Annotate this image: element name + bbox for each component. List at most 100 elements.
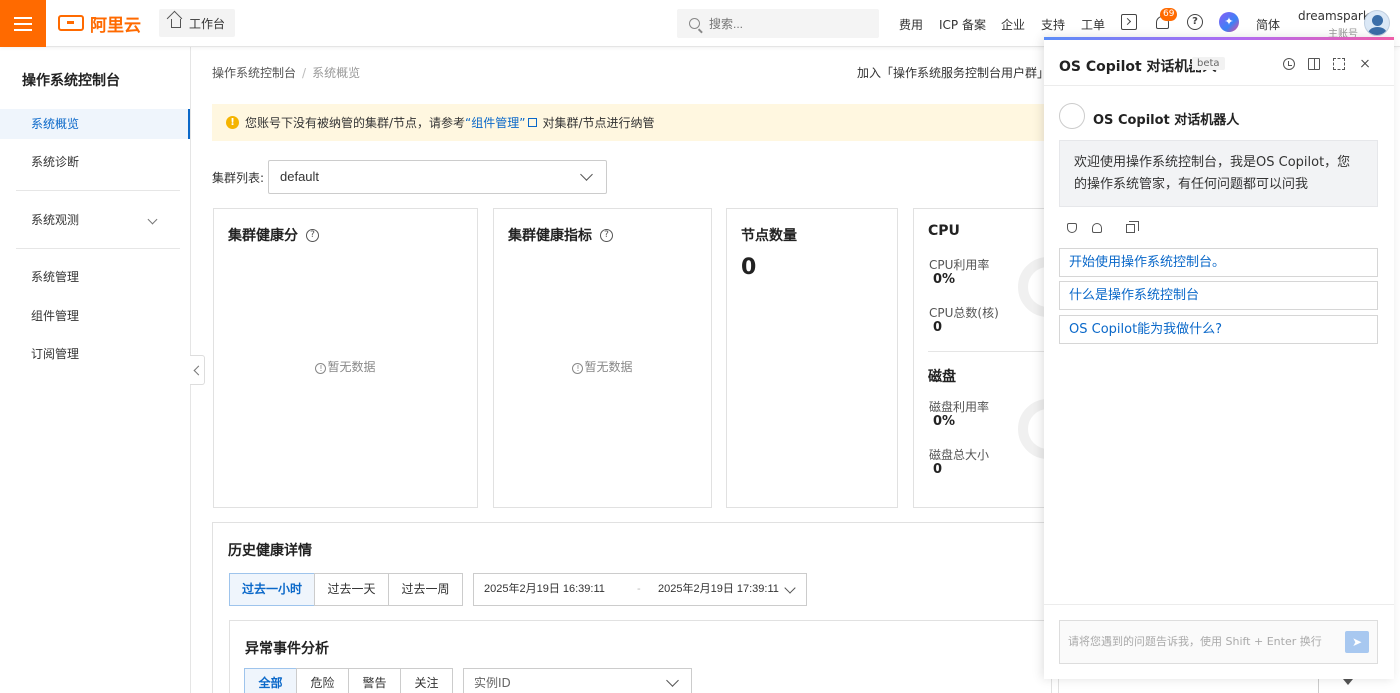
thumbs-up-icon[interactable] [1067, 223, 1077, 233]
aliyun-logo[interactable]: 阿里云 [58, 12, 141, 36]
user-name: dreamspark [1298, 9, 1370, 23]
component-management-link[interactable]: “组件管理” [465, 114, 525, 131]
question-icon[interactable]: ? [600, 228, 613, 242]
node-count-title: 节点数量 [741, 228, 797, 244]
instance-id-placeholder: 实例ID [474, 676, 511, 690]
cluster-select-value: default [280, 169, 320, 184]
breadcrumb-current: 系统概览 [312, 66, 361, 80]
copy-icon[interactable] [1126, 221, 1139, 233]
terminal-icon[interactable] [1121, 14, 1137, 30]
sidebar-item-label: 系统观测 [31, 213, 80, 227]
home-icon [171, 18, 181, 28]
filter-attention[interactable]: 关注 [400, 668, 453, 693]
sidebar-item-subscription[interactable]: 订阅管理 [0, 339, 190, 369]
sidebar-divider [16, 248, 180, 249]
health-metrics-title: 集群健康指标 [508, 228, 592, 244]
node-count-value: 0 [741, 255, 757, 280]
sidebar-item-components[interactable]: 组件管理 [0, 301, 190, 331]
copilot-footer: 请将您遇到的问题告诉我，使用 Shift + Enter 换行 ➤ [1044, 604, 1394, 679]
cpu-usage-label: CPU利用率 [929, 258, 990, 272]
disk-usage-label: 磁盘利用率 [929, 400, 990, 414]
history-icon[interactable] [1283, 58, 1295, 70]
side-panel-icon[interactable] [1308, 58, 1320, 70]
health-score-title: 集群健康分 [228, 228, 298, 244]
copilot-header: OS Copilot 对话机器人 beta [1044, 40, 1394, 86]
instance-id-select[interactable]: 实例ID [463, 668, 692, 693]
cpu-usage-value: 0% [933, 272, 956, 287]
date-range-picker[interactable]: 2025年2月19日 16:39:11 - 2025年2月19日 17:39:1… [473, 573, 807, 606]
sidebar-item-diagnosis[interactable]: 系统诊断 [0, 147, 190, 177]
divider [928, 351, 1046, 352]
notice-banner: ! 您账号下没有被纳管的集群/节点，请参考 “组件管理” 对集群/节点进行纳管 [212, 104, 1052, 141]
nav-icp[interactable]: ICP 备案 [939, 16, 986, 33]
breadcrumb-root[interactable]: 操作系统控制台 [212, 66, 296, 80]
cpu-title: CPU [928, 223, 960, 239]
chevron-down-icon [147, 214, 158, 225]
copilot-icon[interactable]: ✦ [1219, 12, 1239, 32]
sidebar-item-observation[interactable]: 系统观测 [0, 205, 190, 235]
card-title: 集群健康分 ? [228, 225, 319, 245]
filter-all[interactable]: 全部 [244, 668, 297, 693]
suggestion-start[interactable]: 开始使用操作系统控制台。 [1059, 248, 1378, 277]
filter-danger[interactable]: 危险 [296, 668, 349, 693]
beta-badge: beta [1192, 57, 1225, 70]
node-count-card: 节点数量 0 [726, 208, 898, 508]
filter-warning[interactable]: 警告 [348, 668, 401, 693]
info-icon: ! [315, 363, 327, 374]
sidebar-divider [16, 190, 180, 191]
search-box[interactable] [677, 9, 879, 38]
avatar[interactable] [1364, 10, 1390, 36]
scroll-divider [1318, 679, 1319, 693]
aliyun-logo-mark [58, 15, 84, 31]
cpu-total-label: CPU总数(核) [929, 306, 999, 320]
nav-billing[interactable]: 费用 [899, 16, 923, 33]
sidebar-item-management[interactable]: 系统管理 [0, 262, 190, 292]
send-icon[interactable]: ➤ [1345, 631, 1369, 653]
chat-input[interactable]: 请将您遇到的问题告诉我，使用 Shift + Enter 换行 ➤ [1059, 620, 1378, 664]
brand-name: 阿里云 [90, 15, 141, 36]
health-metrics-card: 集群健康指标 ? ! 暂无数据 [493, 208, 712, 508]
scroll-down-icon[interactable] [1343, 679, 1353, 685]
range-last-week[interactable]: 过去一周 [388, 573, 463, 606]
join-group-link[interactable]: 加入「操作系统服务控制台用户群」获 [857, 64, 1047, 81]
breadcrumb: 操作系统控制台 / 系统概览 [212, 66, 361, 80]
menu-icon[interactable] [0, 0, 46, 47]
card-title: 集群健康指标 ? [508, 225, 613, 245]
range-last-day[interactable]: 过去一天 [314, 573, 389, 606]
cpu-total-value: 0 [933, 320, 943, 335]
thumbs-down-icon[interactable] [1092, 223, 1102, 233]
disk-total-label: 磁盘总大小 [929, 448, 990, 462]
search-icon [689, 18, 700, 29]
range-end: 2025年2月19日 17:39:11 [658, 583, 779, 595]
user-info[interactable]: dreamspark 主账号 [1298, 9, 1370, 40]
disk-title: 磁盘 [928, 369, 956, 385]
expand-icon[interactable] [1333, 58, 1345, 70]
sidebar-item-overview[interactable]: 系统概览 [0, 109, 190, 139]
history-title: 历史健康详情 [228, 543, 312, 559]
search-input[interactable] [709, 16, 869, 31]
nav-ticket[interactable]: 工单 [1081, 16, 1105, 33]
range-last-hour[interactable]: 过去一小时 [229, 573, 315, 606]
resource-card: CPU CPU利用率 0% CPU总数(核) 0 磁盘 磁盘利用率 0% 磁盘总… [913, 208, 1053, 508]
welcome-message: 欢迎使用操作系统控制台，我是OS Copilot，您的操作系统管家，有任何问题都… [1059, 140, 1378, 207]
question-icon[interactable]: ? [306, 228, 319, 242]
disk-usage-value: 0% [933, 414, 956, 429]
suggestion-what-is[interactable]: 什么是操作系统控制台 [1059, 281, 1378, 310]
nav-enterprise[interactable]: 企业 [1001, 16, 1025, 33]
close-icon[interactable] [1359, 58, 1371, 70]
bot-avatar [1059, 103, 1085, 129]
no-data-text: 暂无数据 [327, 360, 376, 374]
nav-support[interactable]: 支持 [1041, 16, 1065, 33]
external-link-icon [528, 118, 538, 127]
help-icon[interactable]: ? [1187, 14, 1203, 30]
cluster-select[interactable]: default [268, 160, 607, 194]
warning-icon: ! [226, 116, 239, 129]
suggestion-capabilities[interactable]: OS Copilot能为我做什么? [1059, 315, 1378, 344]
workbench-button[interactable]: 工作台 [159, 9, 235, 37]
sidebar-collapse-button[interactable] [190, 355, 205, 385]
no-data: ! 暂无数据 [214, 358, 477, 375]
chevron-down-icon [580, 168, 593, 181]
chevron-down-icon [784, 582, 796, 594]
language-switch[interactable]: 简体 [1256, 16, 1280, 33]
range-start: 2025年2月19日 16:39:11 [484, 583, 605, 595]
